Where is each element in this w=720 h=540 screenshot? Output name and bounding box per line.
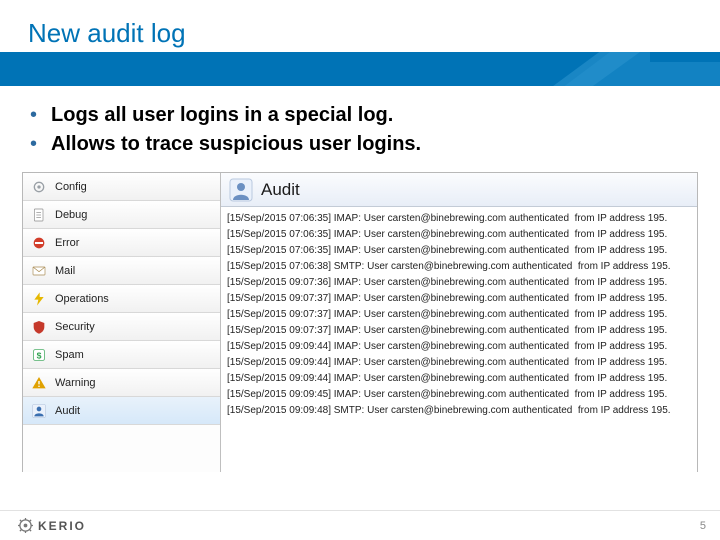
- bullet-item: • Allows to trace suspicious user logins…: [30, 133, 698, 156]
- log-row[interactable]: [15/Sep/2015 09:07:37] IMAP: User carste…: [227, 307, 695, 323]
- gear-icon: [31, 179, 47, 195]
- log-row[interactable]: [15/Sep/2015 07:06:35] IMAP: User carste…: [227, 211, 695, 227]
- log-main-pane: Audit [15/Sep/2015 07:06:35] IMAP: User …: [221, 173, 697, 472]
- warning-icon: [31, 375, 47, 391]
- bullet-text: Allows to trace suspicious user logins.: [51, 133, 421, 156]
- slide-body: • Logs all user logins in a special log.…: [0, 86, 720, 540]
- sidebar-item-spam[interactable]: $ Spam: [23, 341, 220, 369]
- log-row[interactable]: [15/Sep/2015 07:06:38] SMTP: User carste…: [227, 259, 695, 275]
- brand-logo: KERIO: [18, 518, 86, 533]
- page-icon: [31, 207, 47, 223]
- user-icon: [31, 403, 47, 419]
- sidebar-item-error[interactable]: Error: [23, 229, 220, 257]
- bullet-dot-icon: •: [30, 133, 37, 155]
- log-pane-header: Audit: [221, 173, 697, 207]
- slide-footer: KERIO 5: [0, 510, 720, 540]
- sidebar-item-label: Spam: [55, 349, 84, 361]
- log-row[interactable]: [15/Sep/2015 09:09:44] IMAP: User carste…: [227, 339, 695, 355]
- slide-header: New audit log: [0, 0, 720, 86]
- sidebar-item-label: Security: [55, 321, 95, 333]
- log-row[interactable]: [15/Sep/2015 09:07:36] IMAP: User carste…: [227, 275, 695, 291]
- sidebar-item-label: Mail: [55, 265, 75, 277]
- gear-icon: [18, 518, 33, 533]
- slide-title: New audit log: [28, 18, 186, 49]
- sidebar-item-config[interactable]: Config: [23, 173, 220, 201]
- log-row[interactable]: [15/Sep/2015 09:09:44] IMAP: User carste…: [227, 371, 695, 387]
- log-row[interactable]: [15/Sep/2015 07:06:35] IMAP: User carste…: [227, 243, 695, 259]
- sidebar-item-debug[interactable]: Debug: [23, 201, 220, 229]
- sidebar-item-label: Warning: [55, 377, 96, 389]
- shield-icon: [31, 319, 47, 335]
- bolt-icon: [31, 291, 47, 307]
- arrow-graphic: [490, 52, 720, 86]
- log-row[interactable]: [15/Sep/2015 09:09:44] IMAP: User carste…: [227, 355, 695, 371]
- log-row[interactable]: [15/Sep/2015 07:06:35] IMAP: User carste…: [227, 227, 695, 243]
- sidebar-item-mail[interactable]: Mail: [23, 257, 220, 285]
- log-list[interactable]: [15/Sep/2015 07:06:35] IMAP: User carste…: [221, 207, 697, 472]
- svg-text:$: $: [37, 350, 42, 360]
- bullet-text: Logs all user logins in a special log.: [51, 104, 393, 127]
- bullet-dot-icon: •: [30, 104, 37, 126]
- log-row[interactable]: [15/Sep/2015 09:07:37] IMAP: User carste…: [227, 323, 695, 339]
- page-number: 5: [700, 520, 706, 532]
- bullet-list: • Logs all user logins in a special log.…: [30, 104, 698, 162]
- dollar-icon: $: [31, 347, 47, 363]
- app-panel: Config Debug Error Mail Operations Security $ S…: [22, 172, 698, 472]
- log-pane-title: Audit: [261, 180, 300, 200]
- sidebar-item-audit[interactable]: Audit: [23, 397, 220, 425]
- sidebar-item-operations[interactable]: Operations: [23, 285, 220, 313]
- sidebar-item-label: Debug: [55, 209, 87, 221]
- sidebar-item-label: Audit: [55, 405, 80, 417]
- sidebar-item-security[interactable]: Security: [23, 313, 220, 341]
- sidebar-item-label: Config: [55, 181, 87, 193]
- brand-text: KERIO: [38, 519, 86, 533]
- sidebar-item-label: Operations: [55, 293, 109, 305]
- log-row[interactable]: [15/Sep/2015 09:09:45] IMAP: User carste…: [227, 387, 695, 403]
- user-icon: [229, 178, 253, 202]
- sidebar-item-label: Error: [55, 237, 79, 249]
- envelope-icon: [31, 263, 47, 279]
- no-entry-icon: [31, 235, 47, 251]
- sidebar-item-warning[interactable]: Warning: [23, 369, 220, 397]
- header-band: [0, 52, 720, 86]
- bullet-item: • Logs all user logins in a special log.: [30, 104, 698, 127]
- log-row[interactable]: [15/Sep/2015 09:09:48] SMTP: User carste…: [227, 403, 695, 419]
- log-row[interactable]: [15/Sep/2015 09:07:37] IMAP: User carste…: [227, 291, 695, 307]
- log-category-sidebar: Config Debug Error Mail Operations Security $ S…: [23, 173, 221, 472]
